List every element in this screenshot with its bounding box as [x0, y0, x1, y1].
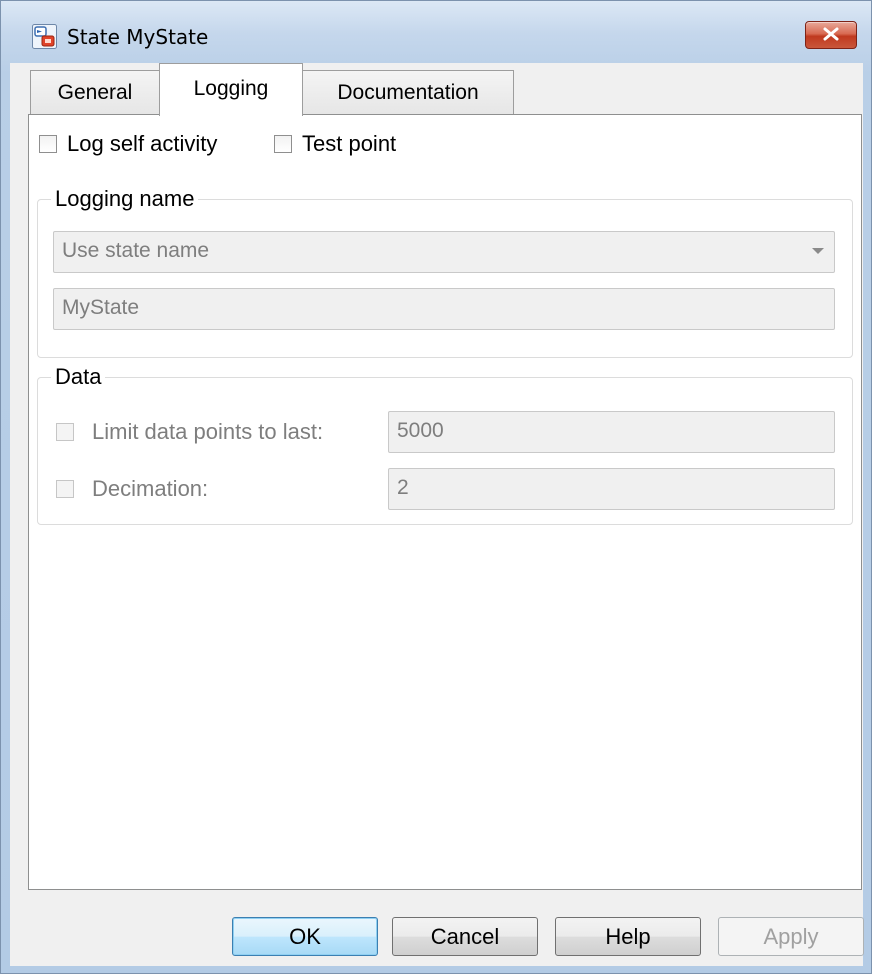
chevron-down-icon: [812, 248, 824, 254]
limit-data-points-checkbox[interactable]: [56, 423, 74, 441]
window-title: State MyState: [67, 25, 209, 49]
tab-logging[interactable]: Logging: [159, 63, 303, 116]
tab-strip: General Logging Documentation: [10, 63, 863, 116]
dialog-window: State MyState General Logging Documentat…: [0, 0, 872, 974]
apply-button[interactable]: Apply: [718, 917, 864, 956]
dialog-client-area: General Logging Documentation Log self a…: [10, 63, 864, 966]
test-point-checkbox[interactable]: [274, 135, 292, 153]
decimation-field[interactable]: 2: [388, 468, 835, 510]
decimation-value: 2: [397, 476, 409, 499]
test-point-label[interactable]: Test point: [302, 131, 396, 157]
tab-documentation[interactable]: Documentation: [302, 70, 514, 114]
logging-name-group: [37, 199, 853, 358]
logging-name-mode-select[interactable]: Use state name: [53, 231, 835, 273]
help-button[interactable]: Help: [555, 917, 701, 956]
ok-button[interactable]: OK: [232, 917, 378, 956]
limit-data-points-value: 5000: [397, 419, 444, 442]
cancel-button[interactable]: Cancel: [392, 917, 538, 956]
data-legend: Data: [51, 364, 106, 390]
decimation-checkbox[interactable]: [56, 480, 74, 498]
log-self-activity-label[interactable]: Log self activity: [67, 131, 217, 157]
logging-name-field[interactable]: MyState: [53, 288, 835, 330]
close-icon: [822, 26, 840, 45]
limit-data-points-field[interactable]: 5000: [388, 411, 835, 453]
stateflow-state-icon: [32, 24, 57, 49]
close-button[interactable]: [805, 21, 857, 49]
limit-data-points-label[interactable]: Limit data points to last:: [92, 419, 323, 445]
log-self-activity-checkbox[interactable]: [39, 135, 57, 153]
logging-name-legend: Logging name: [51, 186, 199, 212]
tab-general[interactable]: General: [30, 70, 160, 114]
logging-tab-panel: Log self activity Test point Logging nam…: [28, 114, 862, 890]
logging-name-value: MyState: [62, 296, 140, 319]
logging-name-mode-value: Use state name: [62, 239, 210, 262]
decimation-label[interactable]: Decimation:: [92, 476, 208, 502]
